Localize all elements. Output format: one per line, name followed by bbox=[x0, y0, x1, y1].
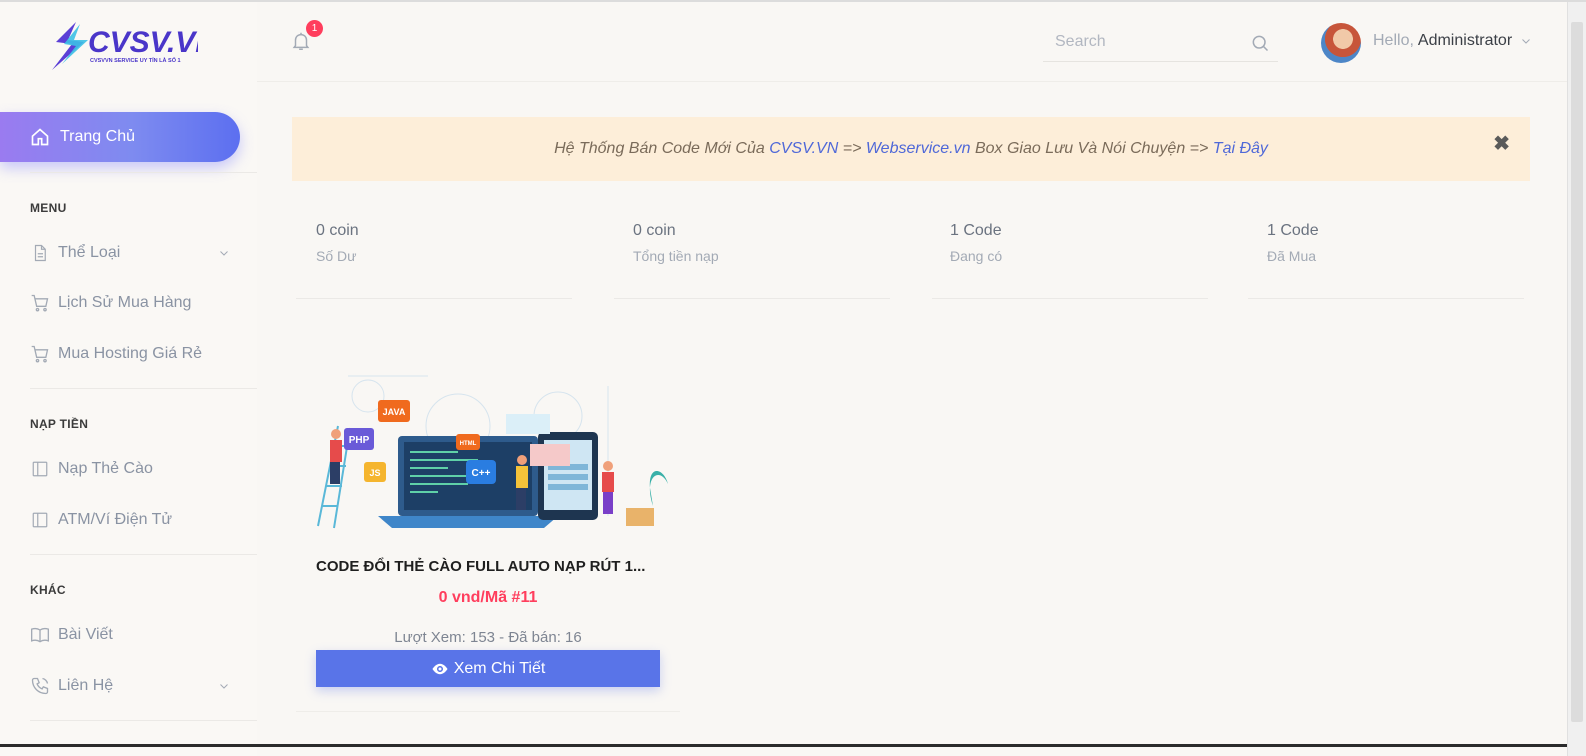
user-menu[interactable]: Hello, Administrator bbox=[1373, 32, 1532, 50]
divider bbox=[30, 554, 257, 555]
sidebar-item-label: Mua Hosting Giá Rẻ bbox=[58, 345, 203, 362]
cart-icon bbox=[30, 293, 50, 313]
stat-label: Đang có bbox=[950, 248, 1003, 264]
alert-link-webservice[interactable]: Webservice.vn bbox=[866, 140, 971, 158]
stat-so-du: 0 coin Số Dư bbox=[316, 222, 586, 264]
close-icon[interactable]: ✖ bbox=[1493, 131, 1510, 156]
divider bbox=[1248, 298, 1524, 299]
divider bbox=[30, 388, 257, 389]
sidebar-item-lien-he[interactable]: Liên Hệ bbox=[30, 671, 240, 701]
product-views: Lượt Xem: 153 - Đã bán: 16 bbox=[394, 629, 582, 646]
section-title-khac: KHÁC bbox=[30, 583, 66, 597]
hello-text: Hello, bbox=[1373, 32, 1414, 49]
stat-value: 1 Code bbox=[950, 222, 1002, 239]
avatar[interactable] bbox=[1321, 23, 1361, 63]
product-card: PHP JAVA HTML JS C++ CODE ĐỔI THẺ CÀO FU… bbox=[296, 350, 680, 712]
stat-da-mua: 1 Code Đã Mua bbox=[1267, 222, 1537, 264]
sidebar-item-label: Trang Chủ bbox=[60, 128, 135, 145]
stat-label: Tổng tiền nạp bbox=[633, 248, 719, 264]
stat-label: Đã Mua bbox=[1267, 248, 1317, 264]
product-price: 0 vnd/Mã #11 bbox=[438, 589, 538, 606]
file-icon bbox=[30, 243, 50, 263]
alert-text: Box Giao Lưu Và Nói Chuyện => bbox=[974, 140, 1209, 157]
stat-value: 0 coin bbox=[633, 222, 676, 239]
divider bbox=[296, 298, 572, 299]
stat-dang-co: 1 Code Đang có bbox=[950, 222, 1220, 264]
section-title-menu: MENU bbox=[30, 201, 67, 215]
view-detail-button[interactable]: Xem Chi Tiết bbox=[316, 650, 660, 687]
section-title-nap-tien: NẠP TIỀN bbox=[30, 417, 89, 431]
sidebar-item-label: Thể Loại bbox=[58, 244, 121, 261]
alert-link-cvsv[interactable]: CVSV.VN bbox=[769, 140, 838, 158]
notification-badge: 1 bbox=[306, 20, 323, 37]
taskbar-edge bbox=[0, 744, 1567, 747]
search-icon[interactable] bbox=[1250, 33, 1270, 53]
scrollbar[interactable] bbox=[1567, 2, 1586, 756]
sidebar-item-label: Liên Hệ bbox=[58, 677, 114, 694]
tag-php: PHP bbox=[349, 435, 370, 446]
sidebar-item-bai-viet[interactable]: Bài Viết bbox=[30, 620, 240, 650]
sidebar-item-nap-the-cao[interactable]: Nạp Thẻ Cào bbox=[30, 454, 240, 484]
sidebar-item-the-loai[interactable]: Thể Loại bbox=[30, 238, 240, 268]
eye-icon bbox=[432, 663, 448, 674]
top-navbar bbox=[257, 2, 1567, 82]
logo-text: CVSV.VN bbox=[88, 26, 198, 59]
search-input[interactable] bbox=[1043, 24, 1233, 60]
logo[interactable]: CVSV.VN CVSVVN SERVICE UY TÍN LÀ SỐ 1 bbox=[48, 18, 218, 76]
layout-icon bbox=[30, 459, 50, 479]
sidebar-item-label: Lịch Sử Mua Hàng bbox=[58, 294, 192, 311]
alert-link-tai-day[interactable]: Tại Đây bbox=[1213, 140, 1268, 158]
stat-value: 1 Code bbox=[1267, 222, 1319, 239]
divider bbox=[30, 172, 257, 173]
sidebar-item-mua-hosting[interactable]: Mua Hosting Giá Rẻ bbox=[30, 339, 240, 369]
tag-cpp: C++ bbox=[472, 468, 491, 479]
sidebar-item-label: Bài Viết bbox=[58, 626, 113, 643]
chevron-down-icon bbox=[220, 684, 228, 689]
sidebar: CVSV.VN CVSVVN SERVICE UY TÍN LÀ SỐ 1 Tr… bbox=[0, 2, 257, 756]
sidebar-item-label: Nạp Thẻ Cào bbox=[58, 460, 153, 477]
tag-js: JS bbox=[369, 468, 380, 478]
tag-html: HTML bbox=[460, 441, 477, 447]
product-title[interactable]: CODE ĐỔI THẺ CÀO FULL AUTO NẠP RÚT 1... bbox=[316, 558, 666, 575]
cart-icon bbox=[30, 344, 50, 364]
divider bbox=[932, 298, 1208, 299]
scrollbar-thumb[interactable] bbox=[1571, 22, 1583, 722]
home-icon bbox=[31, 128, 49, 146]
sidebar-item-lich-su-mua-hang[interactable]: Lịch Sử Mua Hàng bbox=[30, 288, 240, 318]
alert-text: Hệ Thống Bán Code Mới Của bbox=[554, 140, 765, 157]
user-name: Administrator bbox=[1417, 32, 1513, 49]
stat-label: Số Dư bbox=[316, 248, 357, 264]
phone-icon bbox=[30, 676, 50, 696]
announcement-alert: Hệ Thống Bán Code Mới Của CVSV.VN => Web… bbox=[292, 117, 1530, 181]
sidebar-item-atm-vi-dien-tu[interactable]: ATM/Ví Điện Tử bbox=[30, 505, 240, 535]
sidebar-item-home[interactable]: Trang Chủ bbox=[0, 112, 240, 162]
divider bbox=[30, 720, 257, 721]
product-image[interactable]: PHP JAVA HTML JS C++ bbox=[308, 356, 670, 536]
sidebar-item-label: ATM/Ví Điện Tử bbox=[58, 511, 173, 528]
divider bbox=[614, 298, 890, 299]
tag-java: JAVA bbox=[383, 407, 406, 417]
button-label: Xem Chi Tiết bbox=[453, 659, 546, 677]
chevron-down-icon bbox=[1522, 39, 1531, 44]
chevron-down-icon bbox=[220, 251, 228, 256]
layout-icon bbox=[30, 510, 50, 530]
book-icon bbox=[30, 625, 50, 645]
stat-tong-tien-nap: 0 coin Tổng tiền nạp bbox=[633, 222, 903, 264]
logo-tagline: CVSVVN SERVICE UY TÍN LÀ SỐ 1 bbox=[90, 56, 181, 64]
stat-value: 0 coin bbox=[316, 222, 359, 239]
search-box bbox=[1043, 24, 1278, 62]
alert-text: => bbox=[842, 140, 862, 157]
